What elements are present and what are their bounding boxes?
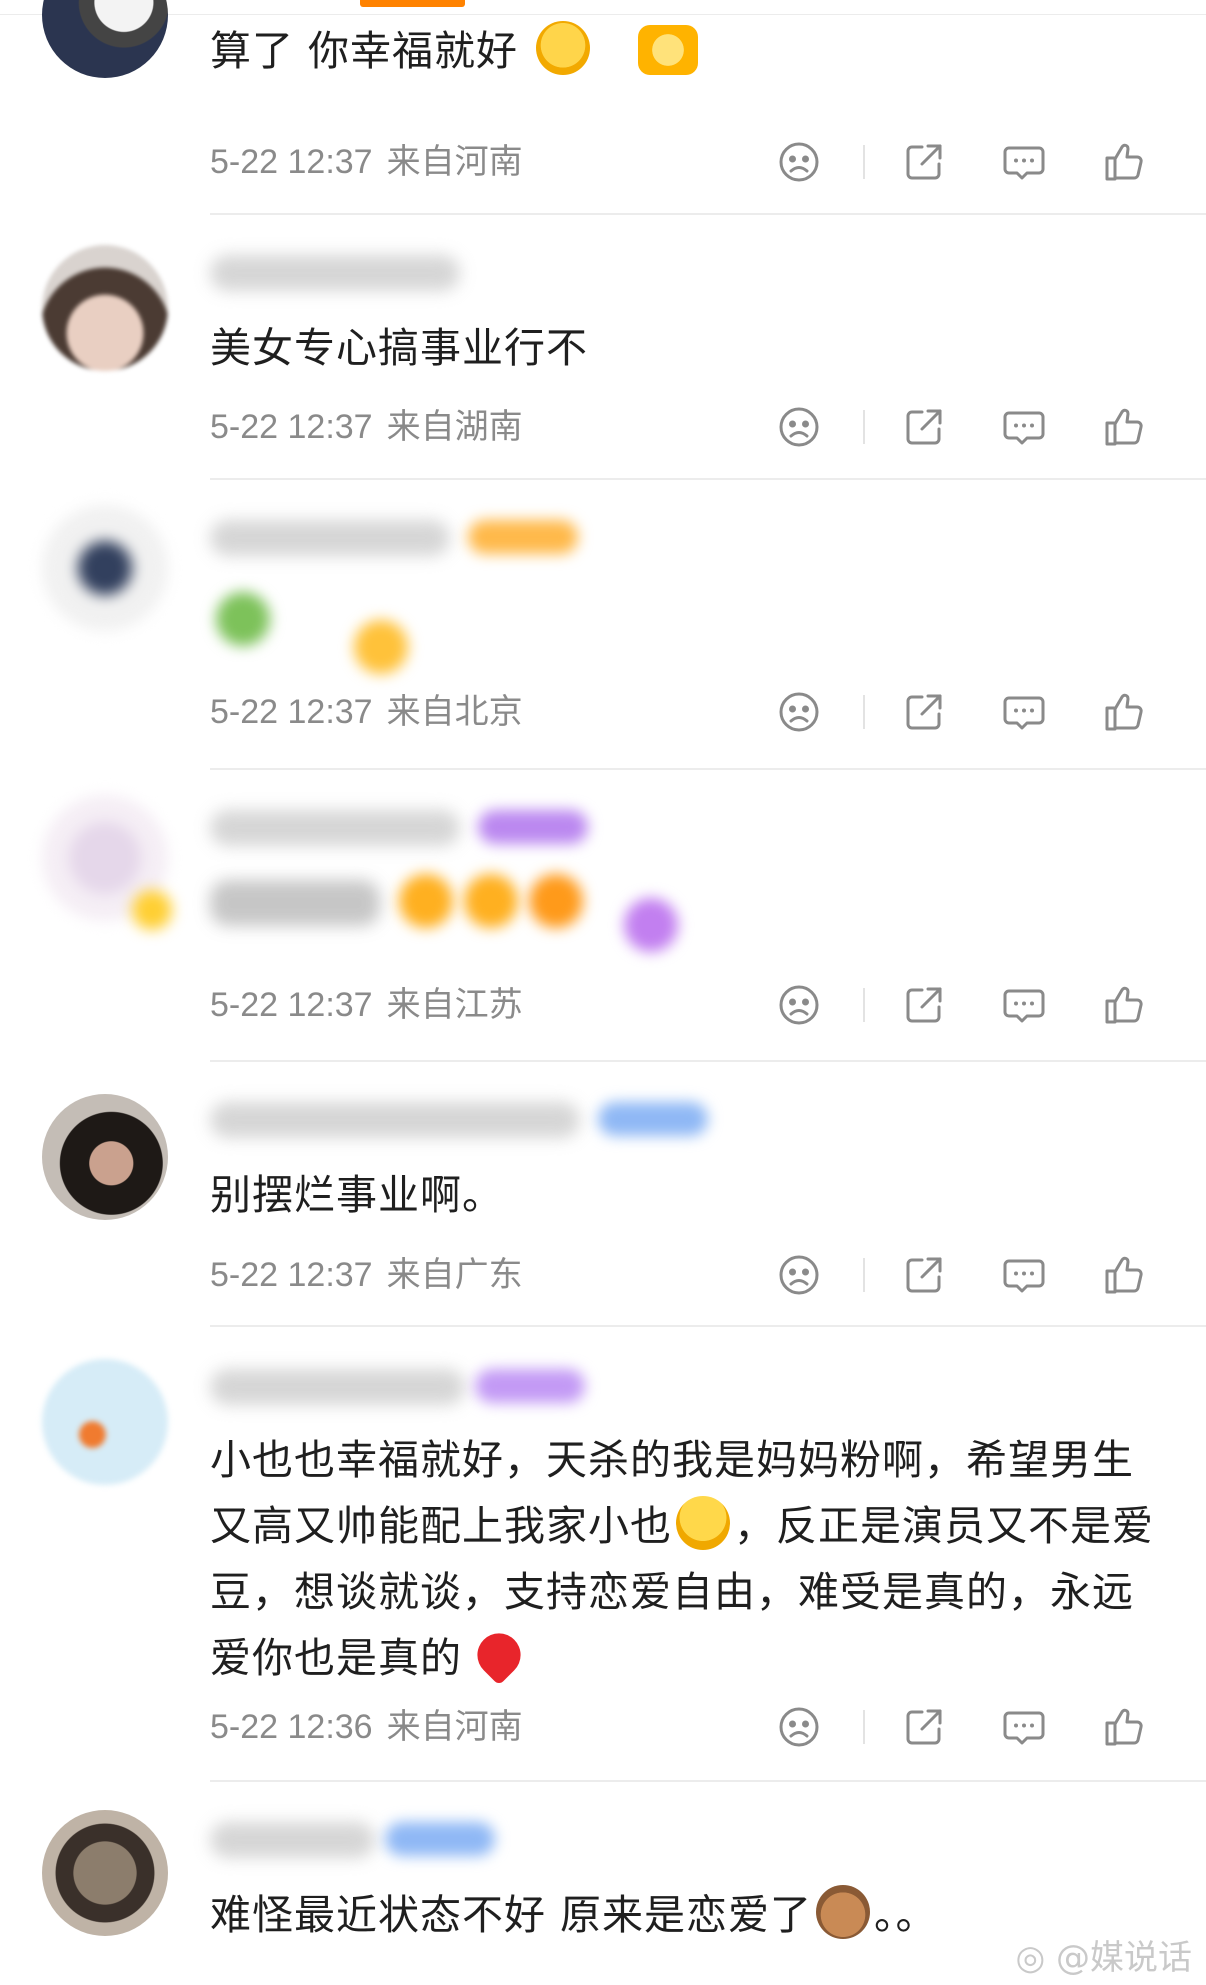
vip-badge (475, 1369, 585, 1403)
comment-divider (210, 213, 1206, 215)
sticker-emoji (529, 874, 583, 928)
like-icon[interactable] (1100, 688, 1148, 736)
sticker-emoji (216, 592, 270, 646)
like-icon[interactable] (1100, 138, 1148, 186)
like-icon[interactable] (1100, 1251, 1148, 1299)
dislike-icon[interactable] (775, 1703, 823, 1751)
comment-username[interactable] (210, 520, 450, 556)
like-icon[interactable] (1100, 1703, 1148, 1751)
comment-icon[interactable] (1000, 981, 1048, 1029)
weibo-watermark: ◎ @媒说话 (1016, 1930, 1192, 1979)
like-icon[interactable] (1100, 403, 1148, 451)
comment-meta: 5-22 12:37 来自河南 (210, 142, 523, 182)
comment-divider (210, 1325, 1206, 1327)
comment-username[interactable] (210, 810, 460, 846)
comment-text: 美女专心搞事业行不 (210, 324, 588, 372)
vip-badge (385, 1822, 495, 1856)
comment-location: 来自河南 (386, 1708, 523, 1746)
comment-username[interactable] (210, 1102, 580, 1138)
avatar[interactable] (42, 245, 168, 371)
loudly-crying-emoji (536, 21, 591, 75)
comment-icon[interactable] (1000, 688, 1048, 736)
share-icon[interactable] (900, 981, 948, 1029)
action-separator (863, 988, 865, 1022)
sticker-emoji (354, 620, 408, 674)
comment-icon[interactable] (1000, 403, 1048, 451)
comment-username[interactable] (210, 1822, 375, 1858)
comment-username[interactable] (210, 255, 460, 291)
comment-meta: 5-22 12:37 来自湖南 (210, 407, 523, 447)
vip-gem-icon (638, 25, 699, 75)
comment-text: 别摆烂事业啊。 (210, 1171, 504, 1219)
vip-badge (598, 1102, 708, 1136)
comment-date: 5-22 12:36 (210, 1708, 373, 1746)
action-separator (863, 145, 865, 179)
comment-meta: 5-22 12:37 来自江苏 (210, 985, 523, 1025)
comment-text-blurred (210, 880, 380, 926)
sticker-emoji (399, 874, 453, 928)
avatar[interactable] (42, 1094, 168, 1220)
share-icon[interactable] (900, 1251, 948, 1299)
comment-icon[interactable] (1000, 1251, 1048, 1299)
avatar[interactable] (42, 1359, 168, 1485)
comment-text: 算了 你幸福就好 (210, 18, 1160, 84)
comment-divider (210, 1780, 1206, 1782)
comment-date: 5-22 12:37 (210, 1256, 373, 1294)
avatar[interactable] (42, 1810, 168, 1936)
red-heart-emoji (468, 1624, 530, 1686)
capybara-emoji (816, 1885, 871, 1939)
dislike-icon[interactable] (775, 403, 823, 451)
comment-meta: 5-22 12:37 来自北京 (210, 692, 523, 732)
comment-divider (210, 1060, 1206, 1062)
comment-icon[interactable] (1000, 1703, 1048, 1751)
avatar-badge (132, 890, 172, 930)
share-icon[interactable] (900, 688, 948, 736)
dislike-icon[interactable] (775, 138, 823, 186)
comment-location: 来自北京 (386, 693, 523, 731)
avatar[interactable] (42, 0, 168, 78)
vip-badge (468, 520, 578, 554)
action-separator (863, 1710, 865, 1744)
comment-meta: 5-22 12:36 来自河南 (210, 1707, 523, 1747)
comment-location: 来自湖南 (386, 408, 523, 446)
comment-username[interactable] (210, 1369, 465, 1405)
comment-date: 5-22 12:37 (210, 143, 373, 181)
weibo-logo-icon: ◎ (1015, 1938, 1056, 1978)
dislike-icon[interactable] (775, 688, 823, 736)
dislike-icon[interactable] (775, 1251, 823, 1299)
action-separator (863, 1258, 865, 1292)
comment-divider (210, 478, 1206, 480)
share-icon[interactable] (900, 403, 948, 451)
vip-badge (478, 810, 588, 844)
comment-date: 5-22 12:37 (210, 986, 373, 1024)
crying-hands-emoji (676, 1496, 730, 1550)
comment-text: 小也也幸福就好，天杀的我是妈妈粉啊，希望男生又高又帅能配上我家小也 ，反正是演员又… (210, 1427, 1160, 1691)
comment-icon[interactable] (1000, 138, 1048, 186)
comment-date: 5-22 12:37 (210, 693, 373, 731)
share-icon[interactable] (900, 1703, 948, 1751)
action-separator (863, 695, 865, 729)
comment-location: 来自河南 (386, 143, 523, 181)
comment-date: 5-22 12:37 (210, 408, 373, 446)
sticker-emoji (464, 874, 518, 928)
dislike-icon[interactable] (775, 981, 823, 1029)
watermark-text: @媒说话 (1056, 1938, 1192, 1978)
like-icon[interactable] (1100, 981, 1148, 1029)
comment-divider (210, 768, 1206, 770)
action-separator (863, 410, 865, 444)
comment-location: 来自江苏 (386, 986, 523, 1024)
share-icon[interactable] (900, 138, 948, 186)
sticker-emoji (624, 898, 678, 952)
comment-meta: 5-22 12:37 来自广东 (210, 1255, 523, 1295)
comment-location: 来自广东 (386, 1256, 523, 1294)
avatar[interactable] (42, 505, 168, 631)
